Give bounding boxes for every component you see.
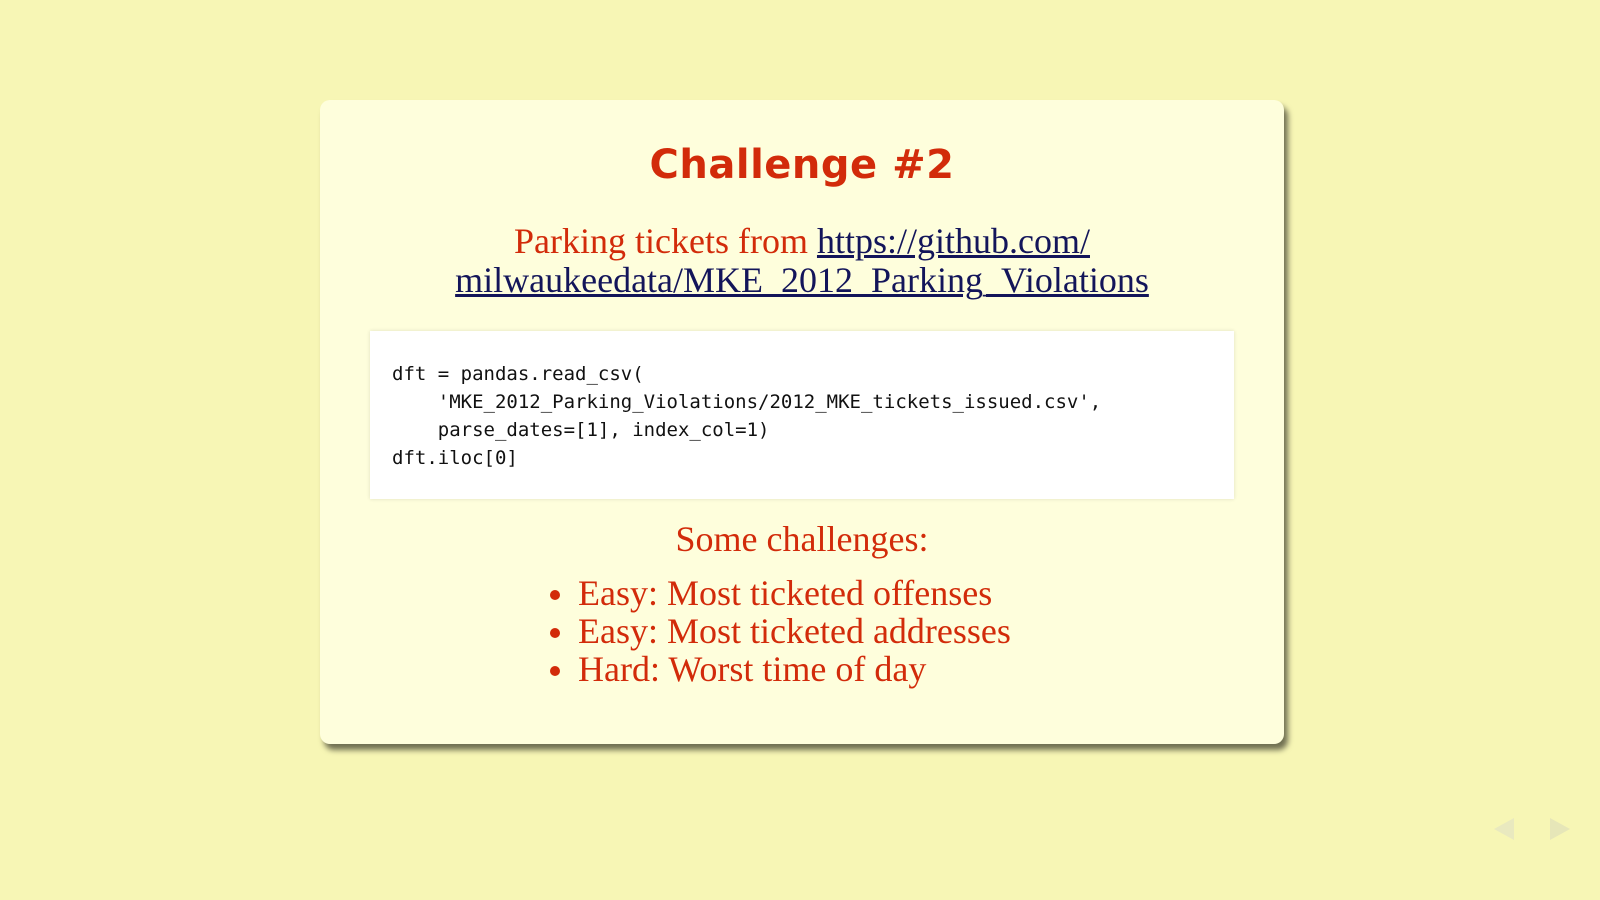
slide-navigation [1494,818,1574,848]
intro-label: Parking tickets from [514,221,817,261]
challenges-heading: Some challenges: [675,519,929,559]
triangle-right-icon[interactable] [1550,818,1570,840]
slide-title: Challenge #2 [649,142,955,188]
intro-text: Parking tickets from https://github.com/… [360,222,1244,300]
list-item: Hard: Worst time of day [548,650,1011,688]
list-item: Easy: Most ticketed offenses [548,574,1011,612]
slide: Challenge #2 Parking tickets from https:… [320,100,1284,744]
code-block: dft = pandas.read_csv( 'MKE_2012_Parking… [370,331,1234,499]
code-content: dft = pandas.read_csv( 'MKE_2012_Parking… [392,363,1102,469]
triangle-left-icon[interactable] [1494,818,1514,840]
challenge-list: Easy: Most ticketed offenses Easy: Most … [548,574,1011,688]
list-item: Easy: Most ticketed addresses [548,612,1011,650]
